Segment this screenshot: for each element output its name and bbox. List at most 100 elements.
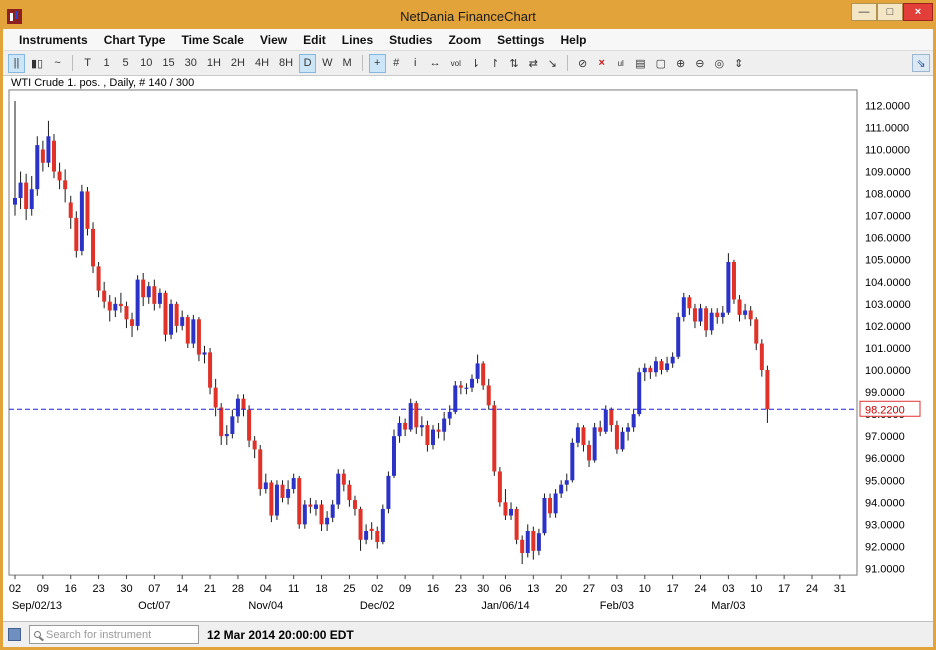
x-tick-label: 10: [750, 583, 762, 595]
timeframe-4h-button[interactable]: 4H: [251, 54, 273, 73]
toolbar-separator: [72, 55, 73, 71]
timeframe-tick-button[interactable]: T: [79, 54, 96, 73]
menu-edit[interactable]: Edit: [295, 31, 334, 49]
candle-body: [754, 319, 758, 343]
timeframe-5-button[interactable]: 5: [117, 54, 134, 73]
candle-body: [219, 408, 223, 437]
candle-body: [648, 368, 652, 372]
instrument-list-icon[interactable]: [8, 628, 21, 641]
candle-body: [370, 529, 374, 531]
ohlc-chart-button[interactable]: ||: [8, 54, 25, 73]
candle-body: [604, 410, 608, 432]
candle-body: [459, 385, 463, 387]
candle-body: [147, 286, 151, 297]
candle-body: [35, 145, 39, 189]
timeframe-10-button[interactable]: 10: [136, 54, 156, 73]
price-chart[interactable]: 91.000092.000093.000094.000095.000096.00…: [3, 76, 933, 621]
status-bar: 12 Mar 2014 20:00:00 EDT: [3, 621, 933, 647]
candle-body: [520, 540, 524, 553]
maximize-button[interactable]: □: [877, 3, 903, 21]
candle-body: [19, 183, 23, 198]
x-tick-label: 23: [92, 583, 104, 595]
y-axis-label: 112.0000: [865, 100, 910, 112]
candlestick-chart-button[interactable]: ▮▯: [27, 54, 47, 73]
y-axis-label: 99.0000: [865, 387, 905, 399]
titlebar[interactable]: NetDania FinanceChart — □ ×: [3, 3, 933, 29]
candle-body: [687, 297, 691, 308]
y-axis-label: 101.0000: [865, 343, 911, 355]
info-button[interactable]: i: [407, 54, 424, 73]
x-tick-label: 09: [37, 583, 49, 595]
x-tick-label: 30: [120, 583, 132, 595]
candle-body: [202, 352, 206, 354]
zoom-out-button[interactable]: ⊖: [691, 54, 708, 73]
timeframe-30-button[interactable]: 30: [181, 54, 201, 73]
timeframe-daily-button[interactable]: D: [299, 54, 316, 73]
close-button[interactable]: ×: [903, 3, 933, 21]
candle-body: [481, 363, 485, 385]
candle-body: [97, 266, 101, 290]
candles-layer[interactable]: [13, 101, 769, 564]
zoom-area-button[interactable]: ◎: [710, 54, 728, 73]
line-chart-button[interactable]: ~: [49, 54, 66, 73]
popout-button[interactable]: ⇘: [912, 54, 930, 72]
minimize-button[interactable]: —: [851, 3, 877, 21]
timeframe-15-button[interactable]: 15: [158, 54, 178, 73]
candle-body: [570, 443, 574, 480]
menu-bar: InstrumentsChart TypeTime ScaleViewEditL…: [3, 29, 933, 51]
scroll-horizontal-button[interactable]: ↔: [426, 54, 445, 73]
menu-help[interactable]: Help: [552, 31, 594, 49]
timeframe-2h-button[interactable]: 2H: [227, 54, 249, 73]
x-tick-label: 17: [778, 583, 790, 595]
zoom-in-button[interactable]: ⊕: [672, 54, 689, 73]
x-tick-label: 02: [371, 583, 383, 595]
menu-time-scale[interactable]: Time Scale: [173, 31, 251, 49]
timeframe-weekly-button[interactable]: W: [318, 54, 336, 73]
timeframe-monthly-button[interactable]: M: [339, 54, 356, 73]
updown-markers-button[interactable]: ⇅: [505, 54, 522, 73]
menu-instruments[interactable]: Instruments: [11, 31, 96, 49]
grid-button[interactable]: #: [388, 54, 405, 73]
print-button[interactable]: ▤: [631, 54, 649, 73]
search-icon: [34, 631, 41, 638]
search-input[interactable]: [46, 629, 194, 641]
candle-body: [91, 229, 95, 266]
last-update-timestamp: 12 Mar 2014 20:00:00 EDT: [207, 628, 354, 642]
candle-body: [297, 478, 301, 524]
fit-scale-button[interactable]: ⇕: [730, 54, 747, 73]
candle-body: [392, 436, 396, 476]
candle-body: [542, 498, 546, 533]
candle-body: [364, 531, 368, 540]
x-tick-label: 21: [204, 583, 216, 595]
menu-lines[interactable]: Lines: [334, 31, 381, 49]
menu-chart-type[interactable]: Chart Type: [96, 31, 174, 49]
bid-line-button[interactable]: ⇂: [467, 54, 484, 73]
candle-body: [236, 399, 240, 417]
candle-body: [102, 291, 106, 302]
ask-line-button[interactable]: ↾: [486, 54, 503, 73]
crosshair-button[interactable]: +: [369, 54, 386, 73]
timeframe-8h-button[interactable]: 8H: [275, 54, 297, 73]
menu-zoom[interactable]: Zoom: [440, 31, 489, 49]
timeframe-1h-button[interactable]: 1H: [203, 54, 225, 73]
timeframe-1-button[interactable]: 1: [98, 54, 115, 73]
window-controls: — □ ×: [851, 3, 933, 29]
search-box[interactable]: [29, 625, 199, 644]
labels-button[interactable]: ul: [612, 54, 629, 73]
candle-body: [676, 317, 680, 357]
print-preview-button[interactable]: ▢: [652, 54, 670, 73]
compare-button[interactable]: ⇄: [525, 54, 542, 73]
remove-study-button[interactable]: ⊘: [574, 54, 591, 73]
menu-view[interactable]: View: [252, 31, 295, 49]
candle-body: [492, 405, 496, 471]
candle-body: [576, 427, 580, 442]
menu-settings[interactable]: Settings: [489, 31, 552, 49]
menu-studies[interactable]: Studies: [381, 31, 440, 49]
candle-body: [58, 172, 62, 181]
y-axis-label: 96.0000: [865, 453, 905, 465]
trendline-button[interactable]: ↘: [544, 54, 561, 73]
delete-all-button[interactable]: ×: [593, 54, 610, 73]
candle-body: [743, 310, 747, 314]
volume-button[interactable]: vol: [447, 54, 465, 73]
month-label: Oct/07: [138, 600, 170, 612]
